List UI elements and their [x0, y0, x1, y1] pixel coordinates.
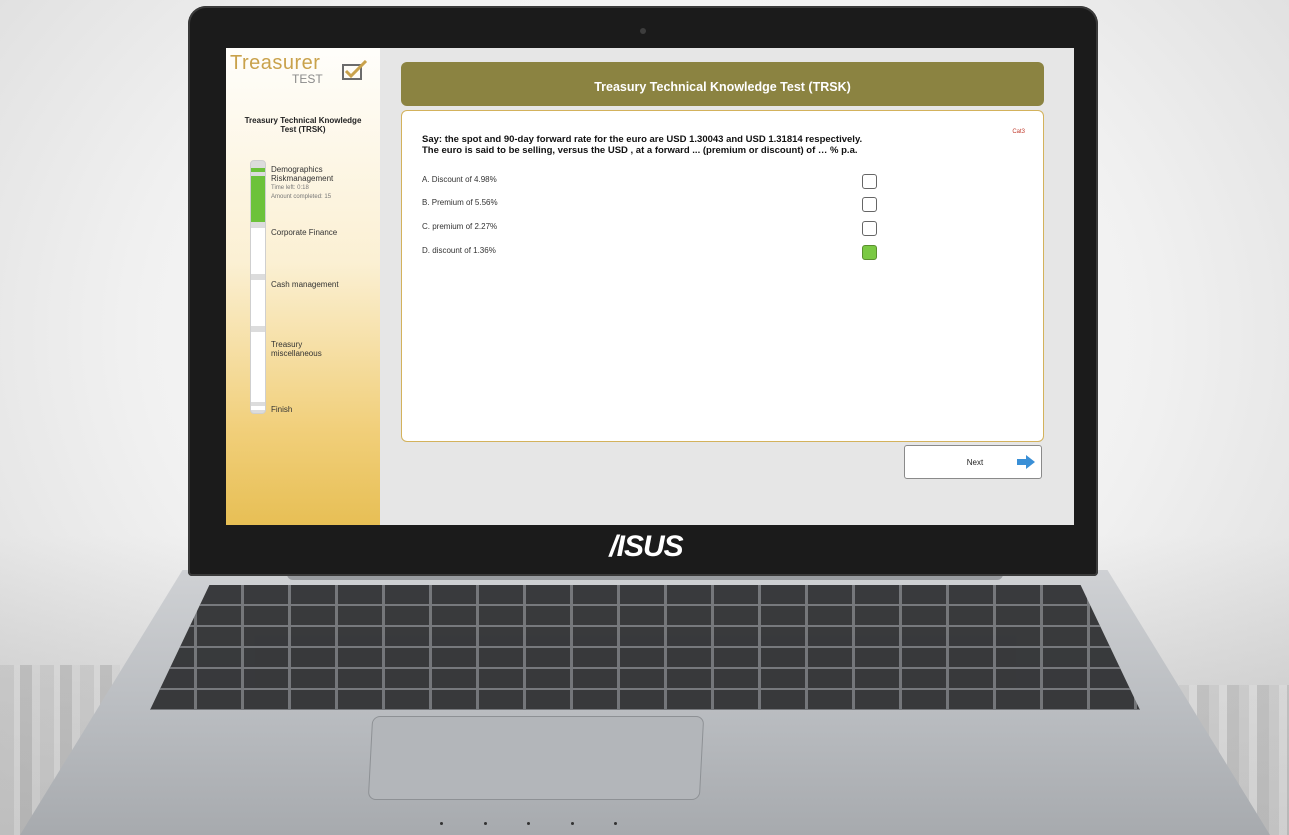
progress-fill-demographics [251, 176, 265, 222]
status-led [440, 822, 443, 825]
test-title: Treasury Technical Knowledge Test (TRSK) [594, 80, 851, 94]
step-treasury-miscellaneous: Treasury miscellaneous [271, 340, 322, 358]
next-button[interactable]: Next [904, 445, 1042, 479]
time-left: Time left: 0:18 [271, 185, 309, 191]
option-a-checkbox[interactable] [862, 174, 877, 189]
step-finish: Finish [271, 405, 293, 414]
option-c-checkbox[interactable] [862, 221, 877, 236]
sidebar-title: Treasury Technical Knowledge Test (TRSK) [244, 116, 362, 134]
sidebar: Treasurer TEST Treasury Technical Knowle… [226, 48, 380, 525]
option-a-label: A. Discount of 4.98% [422, 175, 497, 184]
progress-segment-finish [251, 406, 265, 410]
laptop-touchpad [367, 716, 705, 800]
option-d-checkbox[interactable] [862, 245, 877, 260]
option-b-label: B. Premium of 5.56% [422, 198, 498, 207]
status-led [527, 822, 530, 825]
question-text: Say: the spot and 90-day forward rate fo… [422, 134, 982, 156]
option-b-checkbox[interactable] [862, 197, 877, 212]
question-line-1: Say: the spot and 90-day forward rate fo… [422, 134, 863, 145]
app-screen: Treasurer TEST Treasury Technical Knowle… [226, 48, 1074, 525]
status-led [571, 822, 574, 825]
step-demographics: Demographics [271, 165, 323, 174]
progress-segment-treasury-misc [251, 332, 265, 402]
step-corporate-finance: Corporate Finance [271, 228, 338, 237]
status-led [614, 822, 617, 825]
progress-cap [251, 168, 265, 172]
checkbox-logo-icon [342, 60, 368, 80]
webcam-icon [640, 28, 646, 34]
progress-segment-corporate-finance [251, 228, 265, 274]
question-line-2: The euro is said to be selling, versus t… [422, 145, 858, 156]
option-d-label: D. discount of 1.36% [422, 246, 496, 255]
status-led [484, 822, 487, 825]
arrow-right-icon [1017, 455, 1035, 469]
step-riskmanagement: Riskmanagement [271, 174, 334, 183]
option-c-label: C. premium of 2.27% [422, 222, 498, 231]
progress-segment-cash-management [251, 280, 265, 326]
category-badge: Cat3 [1012, 129, 1025, 135]
step-cash-management: Cash management [271, 280, 339, 289]
laptop-brand-logo: /ISUS [609, 530, 683, 563]
test-header: Treasury Technical Knowledge Test (TRSK) [401, 62, 1044, 106]
treasurer-test-logo: Treasurer TEST [230, 52, 380, 92]
logo-sub: TEST [292, 72, 323, 86]
question-panel: Cat3 Say: the spot and 90-day forward ra… [401, 110, 1044, 442]
amount-completed: Amount completed: 15 [271, 194, 332, 200]
keyboard-rows [150, 585, 1140, 710]
